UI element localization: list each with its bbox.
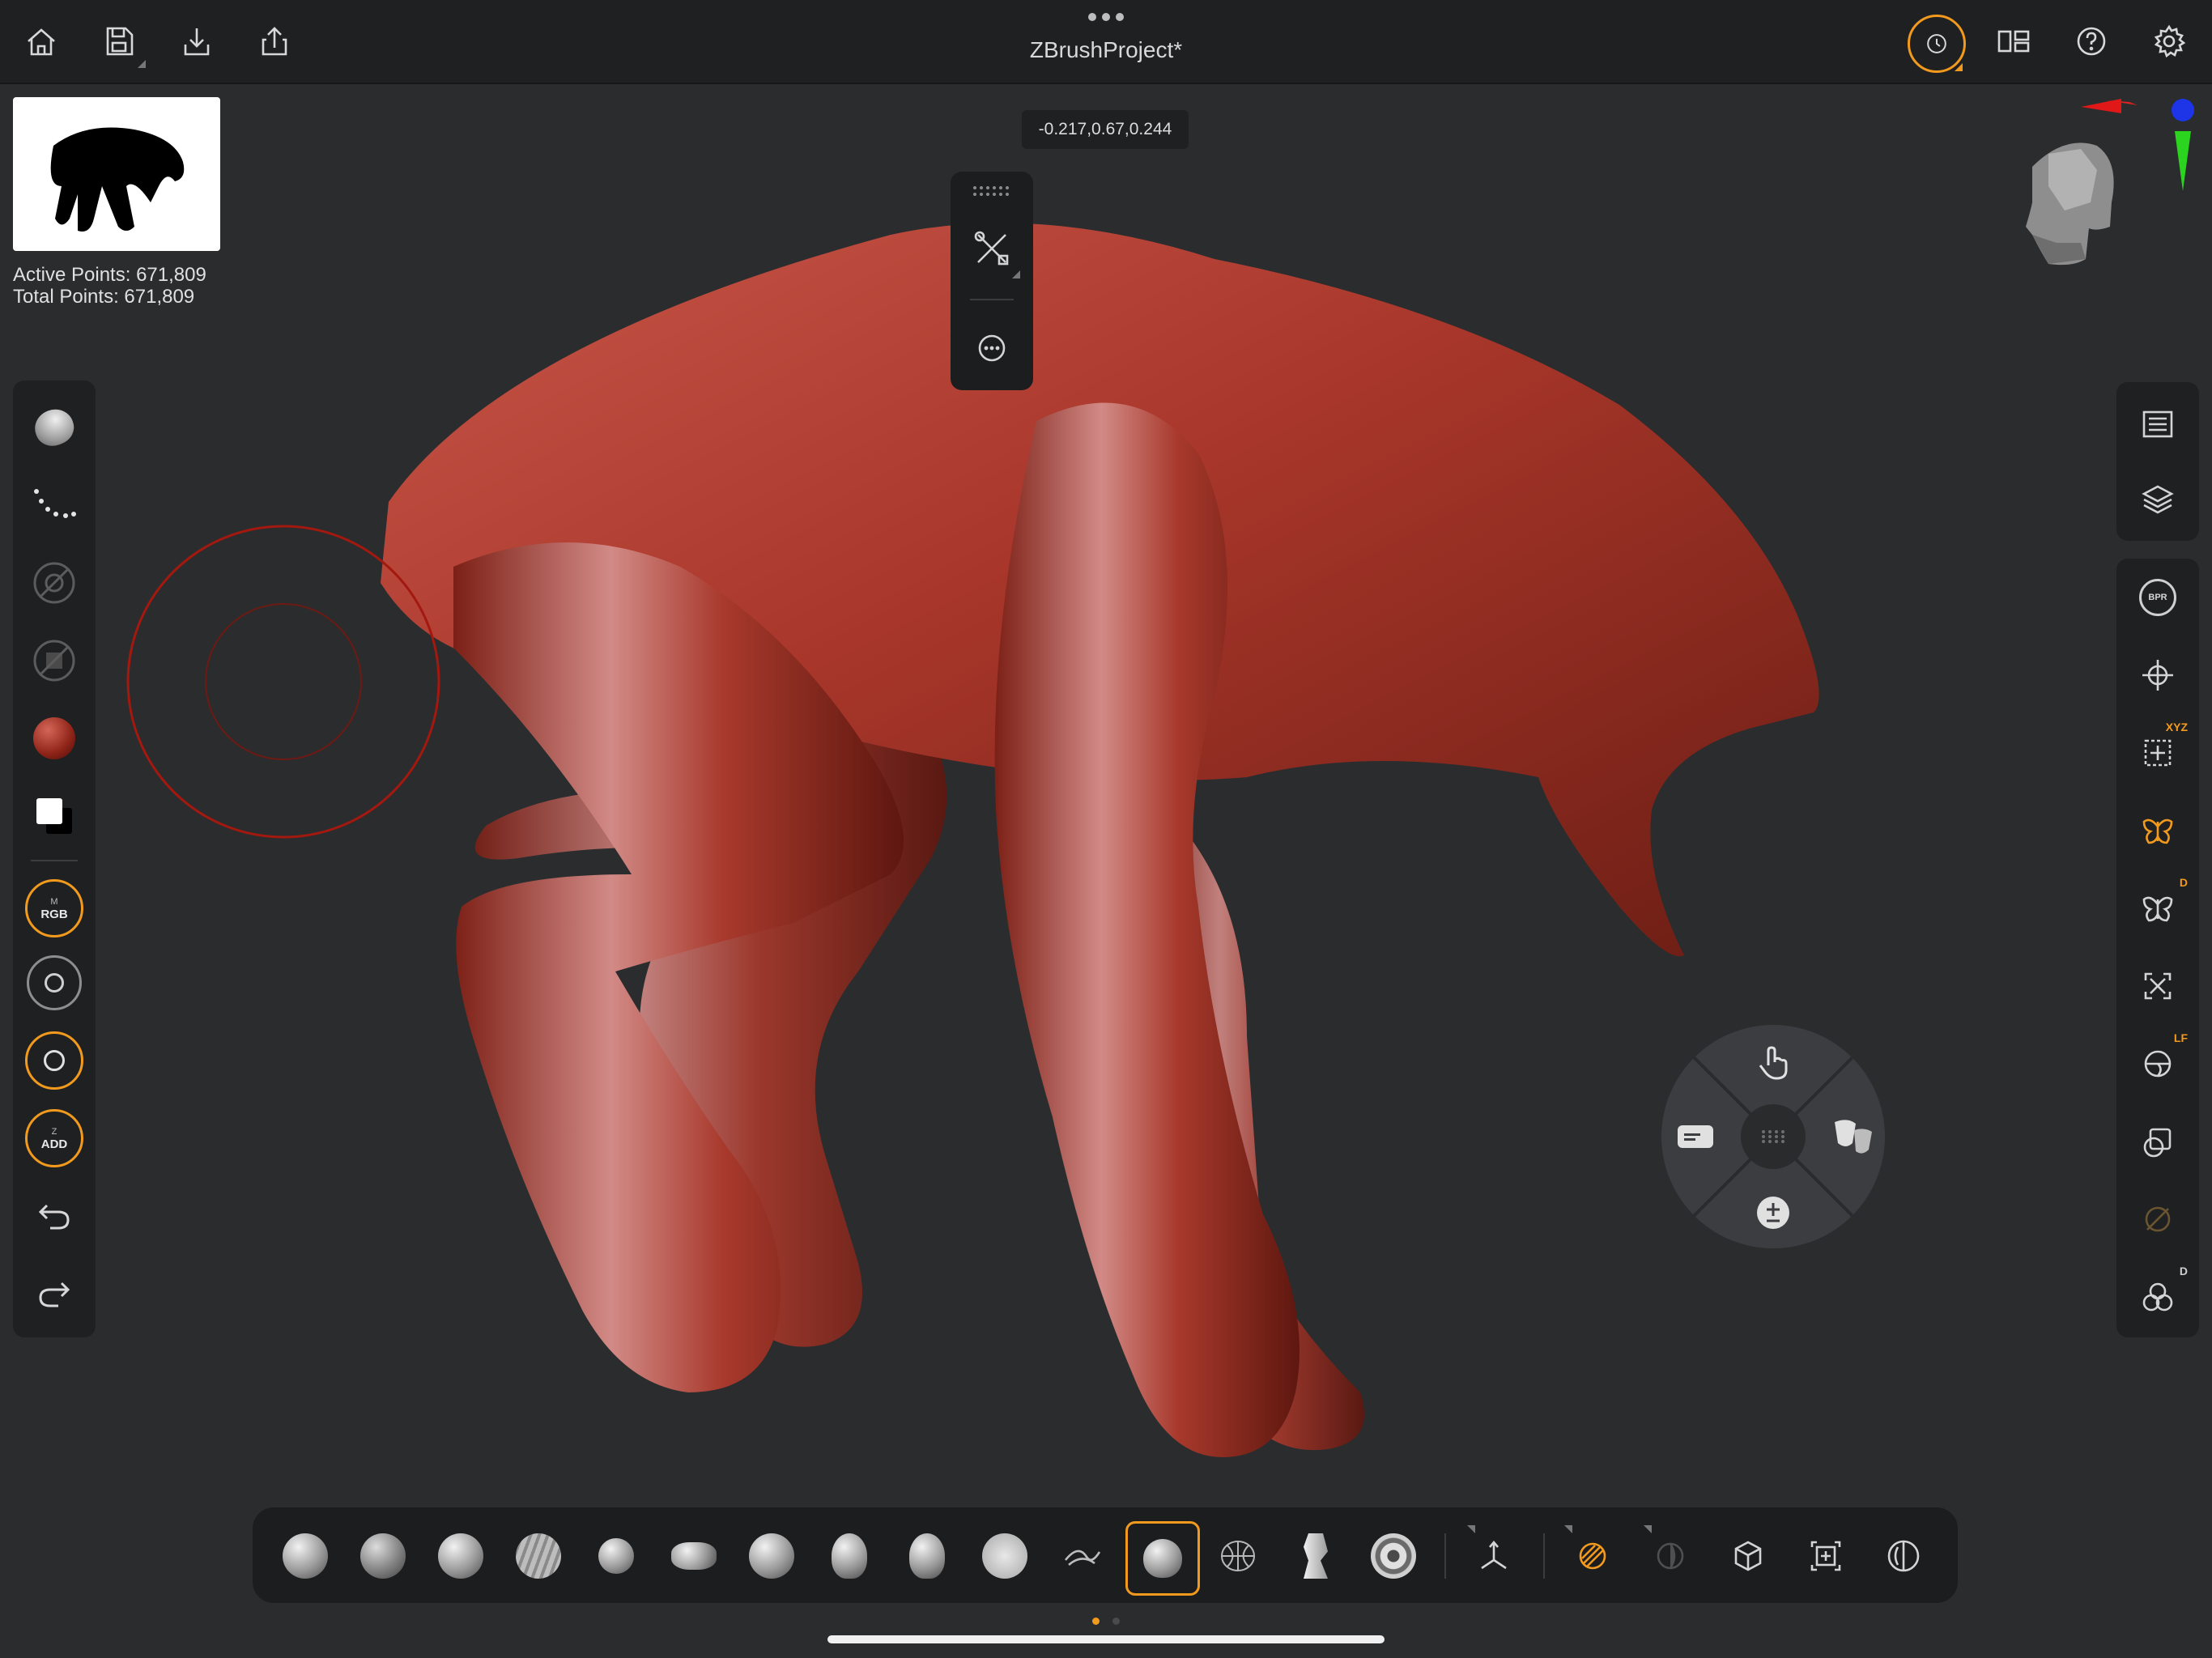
clay-buildup-brush[interactable] [426,1521,496,1591]
clay-brush[interactable] [348,1521,418,1591]
more-dots-icon[interactable] [1088,13,1124,21]
mask-brush[interactable] [1125,1521,1200,1596]
floor-icon[interactable]: LF [2116,1025,2199,1103]
grid-dots-icon [1762,1130,1784,1143]
home-indicator[interactable] [827,1635,1385,1643]
layout-icon[interactable] [1989,16,2039,66]
move-icon[interactable] [2116,636,2199,714]
smooth-brush[interactable] [970,1521,1040,1591]
layers-icon[interactable] [2116,460,2199,538]
alpha-off-icon[interactable] [13,544,96,622]
tools-icon [974,231,1009,266]
page-dot[interactable] [1112,1618,1120,1625]
solo-icon[interactable]: D [2116,1258,2199,1336]
gesture-wheel[interactable] [1661,1025,1885,1248]
butterfly-icon[interactable] [2116,792,2199,869]
trim-brush[interactable] [892,1521,962,1591]
texture-off-icon[interactable] [13,622,96,699]
list-icon[interactable] [2116,385,2199,463]
material-icon[interactable] [13,699,96,777]
page-dot-active[interactable] [1092,1618,1100,1625]
symmetry-xyz-label: XYZ [2165,721,2188,733]
z-add-label: ADD [40,1137,68,1151]
more-options-icon [978,334,1006,362]
rgb-mode[interactable]: M RGB [13,869,96,947]
polish-brush[interactable] [1048,1521,1117,1591]
solo-d-label: D [2179,1265,2188,1278]
drag-handle-icon [973,186,1009,196]
z-add-prefix: Z [51,1127,57,1137]
viewport-3d-model[interactable] [0,84,2212,1493]
frame-icon[interactable] [2116,947,2199,1025]
plus-minus-icon[interactable] [1752,1192,1794,1234]
disabled-icon[interactable] [2116,1180,2199,1258]
snake-hook-brush[interactable] [737,1521,806,1591]
spiral-brush[interactable] [1359,1521,1428,1591]
z-add-mode[interactable]: Z ADD [13,1099,96,1177]
pinch-brush[interactable] [815,1521,884,1591]
dam-standard-brush[interactable] [504,1521,573,1591]
symmetry-icon[interactable]: XYZ [2116,714,2199,792]
zmodeler-brush[interactable] [1281,1521,1351,1591]
color-swatch[interactable] [13,777,96,855]
floor-lf-label: LF [2173,1031,2188,1044]
orientation-head[interactable] [2016,89,2202,300]
help-icon[interactable] [2066,16,2116,66]
transpose-icon[interactable] [1869,1521,1938,1591]
stroke-icon[interactable] [13,466,96,544]
brush-icon[interactable] [13,389,96,466]
total-points: Total Points: 671,809 [13,286,195,308]
undo-icon[interactable] [13,1177,96,1255]
points-info: Active Points: 671,809 Total Points: 671… [13,264,206,308]
rgb-mode-label: RGB [40,908,68,921]
curve-brush[interactable] [1203,1521,1273,1591]
right-toolbar-top [2116,382,2199,541]
dynamesh-icon[interactable] [1791,1521,1861,1591]
wheel-center[interactable] [1741,1104,1806,1169]
project-title: ZBrushProject* [1029,37,1183,62]
top-bar: ZBrushProject* [0,0,2212,84]
touch-icon[interactable] [1752,1041,1794,1083]
focal-shift-icon[interactable] [13,944,96,1022]
transparency-icon[interactable] [2116,1103,2199,1180]
inflate-brush[interactable] [581,1521,651,1591]
text-panel-icon[interactable] [1674,1116,1716,1158]
butterfly-d-label: D [2179,876,2188,889]
butterfly-d-icon[interactable]: D [2116,869,2199,947]
move-brush[interactable] [659,1521,729,1591]
settings-icon[interactable] [2144,16,2194,66]
left-toolbar: M RGB Z ADD [13,380,96,1337]
draw-size-icon[interactable] [13,1022,96,1099]
redo-icon[interactable] [13,1255,96,1333]
rgb-mode-prefix: M [50,897,58,907]
model-thumbnail[interactable] [13,97,220,251]
coordinate-readout: -0.217,0.67,0.244 [1022,110,1189,149]
standard-brush[interactable] [270,1521,340,1591]
masks-icon[interactable] [1830,1114,1875,1159]
bpr-icon[interactable]: BPR [2116,559,2199,636]
tool-popover [951,172,1033,390]
mesh-icon[interactable] [1713,1521,1783,1591]
right-toolbar-main: BPR XYZ D LF D [2116,559,2199,1337]
active-points: Active Points: 671,809 [13,264,206,286]
bottom-toolbar [253,1507,1958,1603]
